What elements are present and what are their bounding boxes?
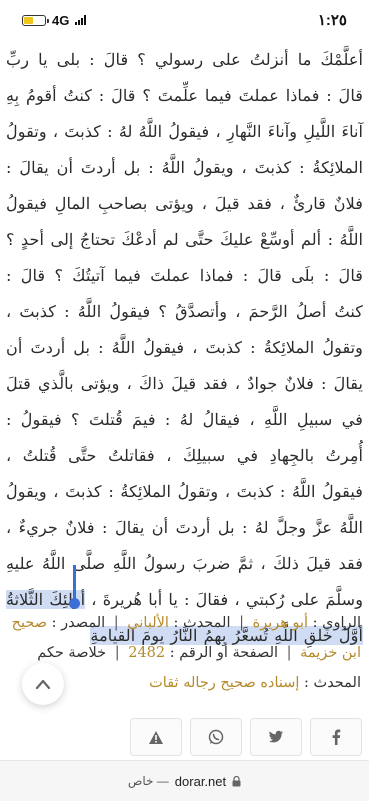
signal-icon [75, 15, 87, 25]
source2-link[interactable]: ابن خزيمة [300, 645, 361, 661]
scroll-to-top-button[interactable] [22, 663, 64, 705]
hadith-text[interactable]: أعلَّمْكَ ما أنزلتُ على رسولي ؟ قالَ : ب… [6, 42, 363, 654]
info-row-1: الراوي : أبو هريرة | المحدث : الألباني |… [11, 615, 361, 631]
ruling-text: إسناده صحيح رجاله ثقات [149, 675, 300, 691]
page-number: 2482 [128, 645, 166, 661]
info-row-2: ابن خزيمة | الصفحة أو الرقم : 2482 | خلا… [37, 645, 361, 661]
private-mode-label: خاص — [127, 774, 169, 788]
status-time: ١:٢٥ [317, 12, 347, 29]
twitter-button[interactable] [250, 718, 302, 756]
report-button[interactable] [130, 718, 182, 756]
source-label: المصدر : [51, 615, 106, 631]
facebook-icon [332, 729, 341, 745]
network-type: 4G [52, 12, 70, 28]
ruling-suffix: المحدث : [304, 675, 361, 691]
status-bar: 4G ١:٢٥ [0, 0, 369, 40]
narrator-label: الراوي : [312, 615, 361, 631]
lock-icon [232, 775, 241, 786]
source-link[interactable]: صحيح [12, 615, 47, 631]
selection-handle-end[interactable] [69, 565, 80, 609]
narrator-link[interactable]: أبو هريرة [253, 615, 308, 631]
twitter-icon [269, 730, 283, 743]
muhaddith-link[interactable]: الألباني [127, 615, 169, 631]
hadith-text-body: أعلَّمْكَ ما أنزلتُ على رسولي ؟ قالَ : ب… [6, 50, 364, 609]
report-icon [149, 730, 163, 744]
chevron-up-icon [35, 679, 51, 690]
browser-address-bar[interactable]: خاص — dorar.net [0, 760, 369, 801]
page-label: الصفحة أو الرقم : [169, 645, 279, 661]
status-left: 4G [22, 12, 87, 28]
battery-icon [22, 14, 49, 26]
facebook-button[interactable] [310, 718, 362, 756]
ruling-label: خلاصة حكم [37, 645, 107, 661]
whatsapp-icon [208, 729, 224, 745]
url-domain[interactable]: dorar.net [175, 774, 226, 789]
muhaddith-label: المحدث : [173, 615, 231, 631]
share-bar [130, 718, 362, 756]
whatsapp-button[interactable] [190, 718, 242, 756]
